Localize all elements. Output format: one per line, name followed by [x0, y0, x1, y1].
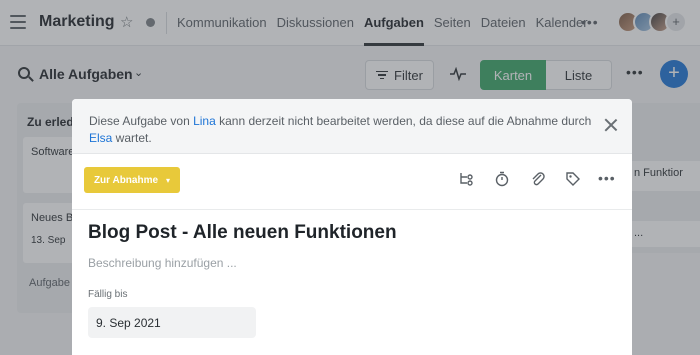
due-date-label: Fällig bis	[88, 289, 128, 300]
notice-text: wartet.	[112, 131, 152, 146]
task-modal: Diese Aufgabe von Lina kann derzeit nich…	[72, 99, 632, 355]
due-date-field[interactable]: 9. Sep 2021	[88, 307, 256, 338]
status-dropdown[interactable]: Zur Abnahme ▾	[84, 167, 180, 193]
tag-icon[interactable]	[565, 171, 581, 187]
task-title[interactable]: Blog Post - Alle neuen Funktionen	[88, 222, 397, 244]
user-link-lina[interactable]: Lina	[193, 114, 216, 128]
user-link-elsa[interactable]: Elsa	[89, 131, 112, 145]
close-icon[interactable]	[604, 118, 618, 132]
notice-text: kann derzeit nicht bearbeitet werden, da…	[215, 114, 592, 128]
description-input[interactable]: Beschreibung hinzufügen ...	[88, 256, 237, 270]
modal-actionbar: Zur Abnahme ▾ •••	[72, 154, 632, 210]
approval-notice: Diese Aufgabe von Lina kann derzeit nich…	[72, 99, 632, 154]
attachment-icon[interactable]	[530, 171, 546, 187]
modal-more-icon[interactable]: •••	[598, 170, 615, 186]
timer-icon[interactable]	[494, 171, 510, 187]
status-label: Zur Abnahme	[93, 174, 159, 186]
caret-down-icon: ▾	[166, 175, 171, 185]
subtask-icon[interactable]	[458, 171, 474, 187]
notice-text: Diese Aufgabe von	[89, 114, 194, 128]
